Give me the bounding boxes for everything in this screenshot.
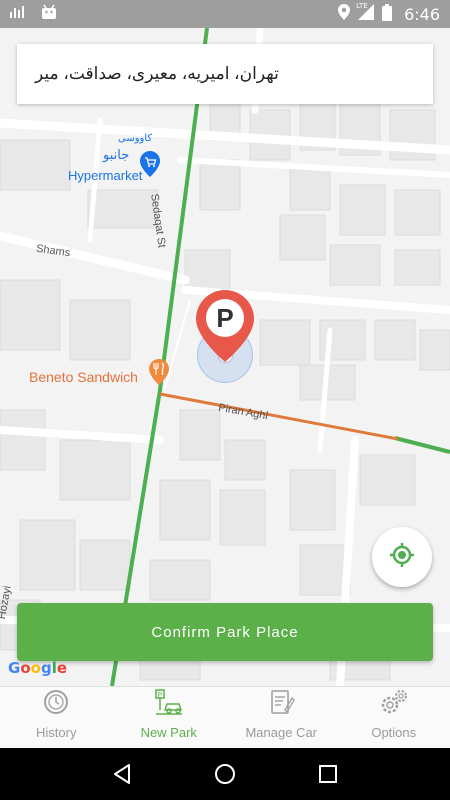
home-icon[interactable]	[210, 759, 240, 789]
poi-hypermarket-label[interactable]: Hypermarket	[68, 168, 142, 183]
poi-hypermarket-fa-small: كاووسى	[118, 133, 153, 144]
nav-item-manage-car[interactable]: Manage Car	[225, 687, 338, 748]
signal-bars-icon	[10, 5, 26, 24]
address-box[interactable]: تهران، امیریه، معیری، صداقت، میر	[17, 44, 433, 104]
my-location-button[interactable]	[372, 527, 432, 587]
nav-label-manage-car: Manage Car	[245, 725, 318, 740]
manage-car-icon	[267, 688, 296, 725]
poi-beneto-sandwich-label[interactable]: Beneto Sandwich	[29, 369, 138, 385]
nav-item-history[interactable]: History	[0, 687, 113, 748]
shopping-cart-icon[interactable]	[140, 151, 160, 177]
nav-label-new-park: New Park	[140, 725, 197, 740]
network-type: LTE	[356, 2, 368, 10]
address-text: تهران، امیریه، معیری، صداقت، میر	[35, 64, 279, 83]
bottom-navigation: History P New Park Manage Car Options	[0, 686, 450, 748]
back-icon[interactable]	[107, 759, 137, 789]
recents-icon[interactable]	[313, 759, 343, 789]
confirm-park-place-button[interactable]: Confirm Park Place	[17, 603, 433, 661]
nav-label-options: Options	[371, 725, 417, 740]
location-icon	[338, 4, 351, 24]
android-icon	[40, 4, 58, 24]
system-navigation-bar	[0, 748, 450, 800]
map-view[interactable]: تهران، امیریه، معیری، صداقت، میر كاووسى …	[0, 28, 450, 686]
parking-pin-icon[interactable]: P	[194, 288, 256, 364]
status-bar: LTE 6:46	[0, 0, 450, 28]
new-park-icon: P	[154, 688, 184, 725]
nav-item-options[interactable]: Options	[338, 687, 450, 748]
cell-signal-icon: LTE	[356, 2, 375, 24]
nav-label-history: History	[36, 725, 77, 740]
history-icon	[42, 688, 70, 725]
options-icon	[379, 688, 409, 725]
nav-item-new-park[interactable]: P New Park	[113, 687, 226, 748]
status-time: 6:46	[404, 4, 440, 24]
restaurant-icon[interactable]	[149, 359, 169, 385]
google-logo: Google	[8, 659, 68, 677]
battery-icon	[382, 3, 393, 25]
crosshair-icon	[389, 542, 415, 573]
pin-letter: P	[216, 303, 233, 333]
poi-hypermarket-fa: جانبو	[103, 147, 130, 162]
svg-text:P: P	[157, 692, 162, 699]
